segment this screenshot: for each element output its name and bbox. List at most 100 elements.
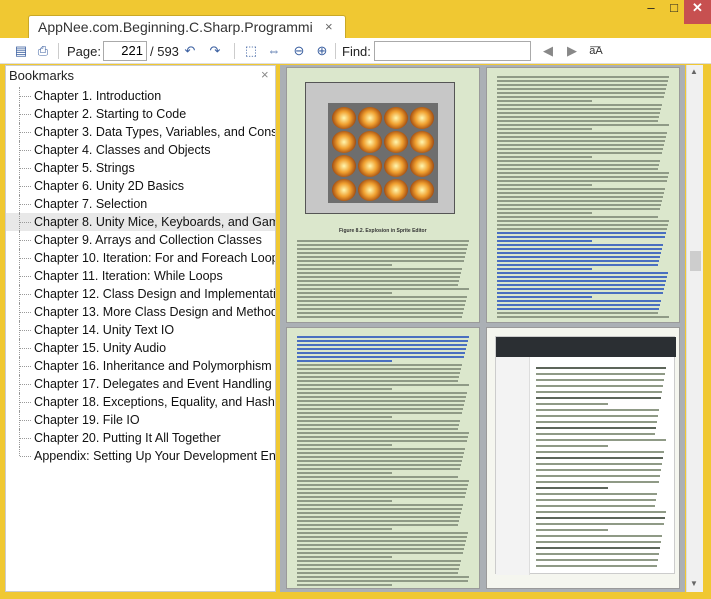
scroll-down-icon[interactable]: ▼ <box>690 579 698 588</box>
bookmark-label: Chapter 13. More Class Design and Method… <box>34 305 276 319</box>
text-line <box>297 564 460 566</box>
text-line <box>536 481 659 483</box>
bookmark-item[interactable]: Chapter 12. Class Design and Implementat… <box>6 285 275 303</box>
text-line <box>297 340 468 342</box>
bookmark-item[interactable]: Chapter 18. Exceptions, Equality, and Ha… <box>6 393 275 411</box>
bookmark-item[interactable]: Chapter 20. Putting It All Together <box>6 429 275 447</box>
text-line <box>297 260 464 262</box>
pdf-page-223 <box>486 327 680 589</box>
text-line <box>536 433 655 435</box>
text-line <box>497 252 661 254</box>
bookmark-item[interactable]: Chapter 8. Unity Mice, Keyboards, and Ga… <box>6 213 275 231</box>
text-line <box>297 448 465 450</box>
bookmark-item[interactable]: Chapter 4. Classes and Objects <box>6 141 275 159</box>
text-line <box>297 504 463 506</box>
scrollbar-thumb[interactable] <box>690 251 701 271</box>
tab-close-icon[interactable]: × <box>325 19 333 34</box>
bookmark-label: Chapter 4. Classes and Objects <box>34 143 211 157</box>
text-line <box>497 288 664 290</box>
text-line <box>297 480 469 482</box>
tree-connector <box>20 204 31 205</box>
text-line <box>497 236 665 238</box>
text-line <box>536 523 664 525</box>
text-line <box>297 396 466 398</box>
bookmark-item[interactable]: Chapter 19. File IO <box>6 411 275 429</box>
toolbar-separator <box>335 43 336 59</box>
toolbar: ▤ ⎙ Page: 221 / 593 ↶ ↷ ⬚ ⇔ ⊖ ⊕ Find: ◀ … <box>0 38 711 64</box>
text-line <box>297 256 465 258</box>
zoom-out-icon[interactable]: ⊖ <box>290 42 308 60</box>
bookmark-label: Chapter 15. Unity Audio <box>34 341 167 355</box>
text-line <box>297 240 469 242</box>
fit-page-icon[interactable]: ⬚ <box>242 42 260 60</box>
bookmark-item[interactable]: Chapter 7. Selection <box>6 195 275 213</box>
print-icon[interactable]: ⎙ <box>34 42 52 60</box>
text-line <box>297 572 458 574</box>
tree-connector <box>20 348 31 349</box>
text-line <box>297 556 392 558</box>
next-page-icon[interactable]: ↷ <box>206 42 224 60</box>
fit-width-icon[interactable]: ⇔ <box>265 42 283 60</box>
text-line <box>497 112 660 114</box>
bookmark-label: Chapter 14. Unity Text IO <box>34 323 175 337</box>
tree-connector <box>20 402 31 403</box>
bookmark-label: Chapter 19. File IO <box>34 413 140 427</box>
bookmark-item[interactable]: Chapter 5. Strings <box>6 159 275 177</box>
bookmark-item[interactable]: Chapter 14. Unity Text IO <box>6 321 275 339</box>
minimize-button[interactable]: – <box>638 0 664 24</box>
unity-docs-screenshot <box>495 336 676 575</box>
find-next-icon[interactable]: ▶ <box>563 42 581 60</box>
page-total: / 593 <box>150 44 179 59</box>
bookmark-item[interactable]: Chapter 1. Introduction <box>6 87 275 105</box>
text-line <box>536 463 662 465</box>
tree-connector <box>20 456 31 457</box>
text-line <box>497 136 666 138</box>
bookmark-item[interactable]: Chapter 17. Delegates and Event Handling <box>6 375 275 393</box>
match-case-icon[interactable]: a͞A <box>587 42 605 60</box>
text-line <box>297 428 458 430</box>
maximize-button[interactable]: □ <box>664 0 684 24</box>
bookmark-item[interactable]: Chapter 13. More Class Design and Method… <box>6 303 276 321</box>
close-window-button[interactable]: ✕ <box>684 0 711 24</box>
bookmark-item[interactable]: Chapter 16. Inheritance and Polymorphism <box>6 357 275 375</box>
open-file-icon[interactable]: ▤ <box>12 42 30 60</box>
find-previous-icon[interactable]: ◀ <box>539 42 557 60</box>
explosion-sprite <box>410 179 434 201</box>
vertical-scrollbar[interactable]: ▲ ▼ <box>686 65 703 592</box>
bookmark-item[interactable]: Chapter 15. Unity Audio <box>6 339 275 357</box>
tree-connector <box>20 330 31 331</box>
page-number-input[interactable]: 221 <box>103 41 147 61</box>
text-line <box>536 559 658 561</box>
close-bookmarks-icon[interactable]: × <box>261 67 269 82</box>
bookmark-item[interactable]: Chapter 10. Iteration: For and Foreach L… <box>6 249 275 267</box>
find-input[interactable] <box>374 41 531 61</box>
bookmark-item[interactable]: Chapter 9. Arrays and Collection Classes <box>6 231 275 249</box>
text-line <box>497 104 662 106</box>
text-line <box>497 312 658 314</box>
text-line <box>497 204 661 206</box>
text-line <box>497 292 663 294</box>
text-line <box>536 415 658 417</box>
text-line <box>497 308 659 310</box>
text-line <box>497 260 659 262</box>
toolbar-separator <box>58 43 59 59</box>
zoom-in-icon[interactable]: ⊕ <box>313 42 331 60</box>
explosion-sprite <box>410 155 434 177</box>
bookmark-item[interactable]: Chapter 2. Starting to Code <box>6 105 275 123</box>
previous-page-icon[interactable]: ↶ <box>181 42 199 60</box>
text-line <box>297 440 467 442</box>
bookmark-item[interactable]: Chapter 6. Unity 2D Basics <box>6 177 275 195</box>
text-line <box>297 336 469 338</box>
text-line <box>536 457 663 459</box>
text-line <box>297 364 462 366</box>
text-line <box>297 352 465 354</box>
scroll-up-icon[interactable]: ▲ <box>690 67 698 76</box>
bookmark-item[interactable]: Appendix: Setting Up Your Development En… <box>6 447 275 465</box>
bookmark-item[interactable]: Chapter 11. Iteration: While Loops <box>6 267 275 285</box>
document-viewer[interactable]: Figure 8.2. Explosion in Sprite Editor <box>280 65 685 592</box>
screenshot-sidebar <box>496 357 530 575</box>
document-tab[interactable]: AppNee.com.Beginning.C.Sharp.Programming… <box>28 15 346 38</box>
text-line <box>297 276 460 278</box>
text-line <box>297 304 465 306</box>
bookmark-item[interactable]: Chapter 3. Data Types, Variables, and Co… <box>6 123 275 141</box>
